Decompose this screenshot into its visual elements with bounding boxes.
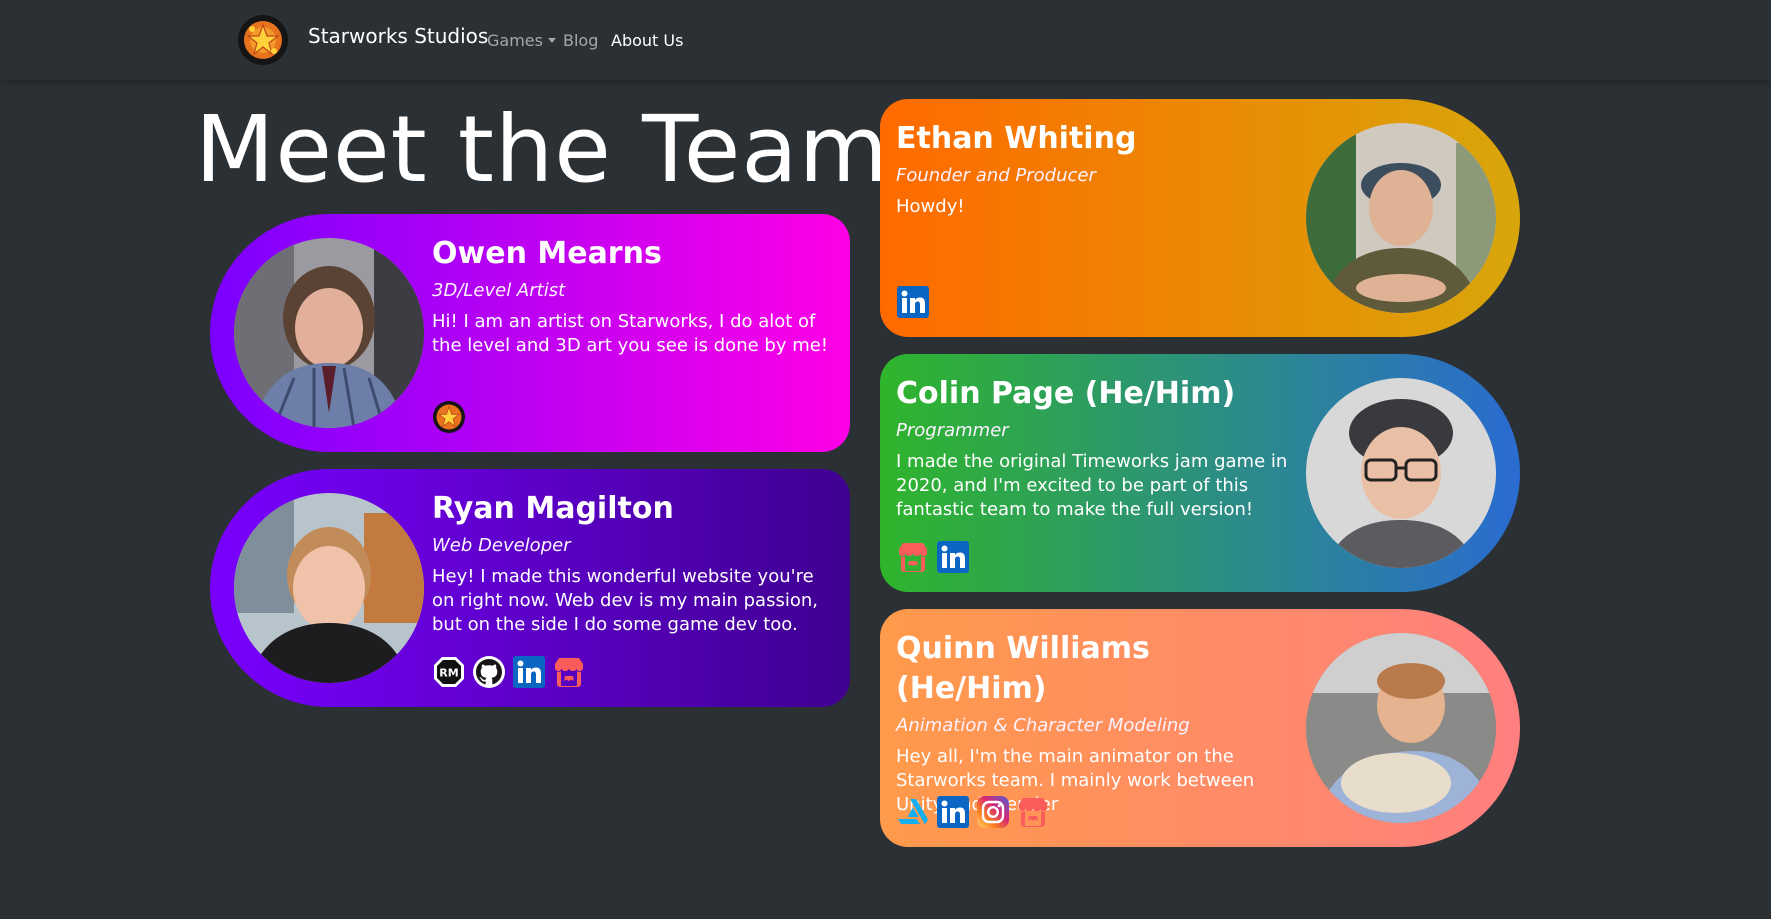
- starworks-logo-icon[interactable]: [238, 15, 288, 65]
- member-name: Owen Mearns: [432, 236, 662, 271]
- artstation-icon[interactable]: [896, 795, 930, 829]
- member-name: Colin Page (He/Him): [896, 376, 1236, 411]
- member-name: Ethan Whiting: [896, 121, 1137, 156]
- avatar: [1306, 378, 1496, 568]
- nav-games-dropdown[interactable]: Games: [487, 31, 556, 50]
- member-bio: Hi! I am an artist on Starworks, I do al…: [432, 311, 829, 356]
- member-role: Web Developer: [432, 535, 571, 556]
- navbar: Starworks Studios Games Blog About Us: [0, 0, 1771, 80]
- team-card-quinn-williams: Quinn Williams (He/Him) Animation & Char…: [880, 609, 1520, 847]
- github-icon[interactable]: [472, 655, 506, 689]
- member-role: Founder and Producer: [896, 165, 1096, 186]
- itchio-icon[interactable]: [896, 540, 930, 574]
- linkedin-icon[interactable]: [936, 795, 970, 829]
- linkedin-icon[interactable]: [896, 285, 930, 319]
- member-bio: Hey! I made this wonderful website you'r…: [432, 566, 818, 635]
- itchio-icon[interactable]: [552, 655, 586, 689]
- social-links: [896, 795, 1050, 829]
- chevron-down-icon: [547, 38, 556, 43]
- nav-blog[interactable]: Blog: [563, 31, 598, 50]
- team-card-ethan-whiting: Ethan Whiting Founder and Producer Howdy…: [880, 99, 1520, 337]
- nav-games-label: Games: [487, 31, 543, 50]
- team-card-owen-mearns: Owen Mearns 3D/Level Artist Hi! I am an …: [210, 214, 850, 452]
- team-card-ryan-magilton: Ryan Magilton Web Developer Hey! I made …: [210, 469, 850, 707]
- rm-icon[interactable]: [432, 655, 466, 689]
- member-bio: Howdy!: [896, 196, 965, 217]
- member-role: Programmer: [896, 420, 1009, 441]
- linkedin-icon[interactable]: [936, 540, 970, 574]
- itchio-icon[interactable]: [1016, 795, 1050, 829]
- starworks-icon[interactable]: [432, 400, 466, 434]
- avatar: [1306, 633, 1496, 823]
- brand-name[interactable]: Starworks Studios: [308, 24, 488, 48]
- member-name: Quinn Williams (He/Him): [896, 631, 1150, 706]
- linkedin-icon[interactable]: [512, 655, 546, 689]
- team-card-colin-page: Colin Page (He/Him) Programmer I made th…: [880, 354, 1520, 592]
- member-role: 3D/Level Artist: [432, 280, 566, 301]
- member-name: Ryan Magilton: [432, 491, 674, 526]
- avatar: [1306, 123, 1496, 313]
- social-links: [432, 400, 466, 434]
- social-links: [896, 540, 970, 574]
- social-links: [896, 285, 930, 319]
- nav-about-us[interactable]: About Us: [611, 31, 683, 50]
- avatar: [234, 238, 424, 428]
- instagram-icon[interactable]: [976, 795, 1010, 829]
- member-bio: I made the original Timeworks jam game i…: [896, 451, 1288, 520]
- page-title: Meet the Team: [195, 96, 890, 203]
- avatar: [234, 493, 424, 683]
- member-role: Animation & Character Modeling: [896, 715, 1190, 736]
- social-links: [432, 655, 586, 689]
